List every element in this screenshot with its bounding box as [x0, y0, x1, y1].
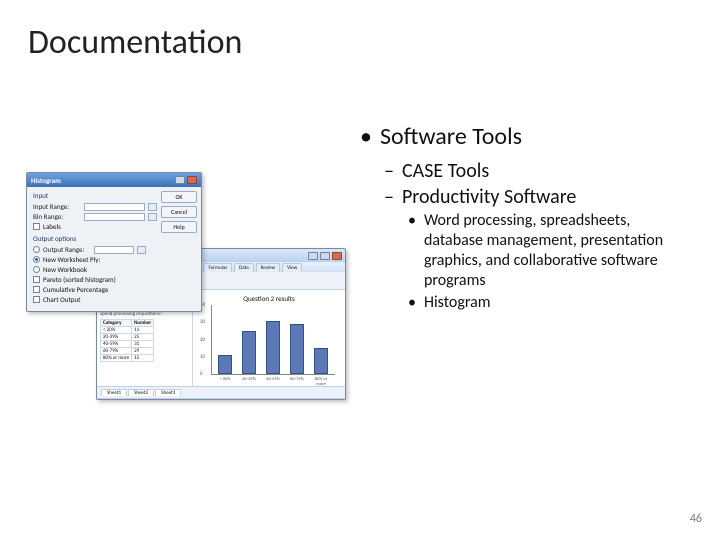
labels-label: Labels [43, 222, 61, 231]
bar [242, 331, 256, 374]
bar [290, 324, 304, 374]
dash-icon [384, 185, 394, 209]
help-button[interactable]: Help [161, 221, 197, 233]
slide-title: Documentation [28, 22, 242, 63]
table-row: 20-39%25 [101, 334, 154, 341]
x-label: 40-59% [263, 377, 283, 382]
screenshot-composite: Histogram Input Input Range: Bin Range: … [26, 172, 346, 382]
cumpct-checkbox[interactable] [33, 286, 40, 293]
close-icon[interactable] [187, 176, 197, 184]
tab-data[interactable]: Data [234, 263, 253, 272]
embedded-chart[interactable]: Question 2 results 40 30 20 10 0 < 20% 2 [193, 290, 345, 386]
table-row: < 20%11 [101, 327, 154, 334]
status-bar: Ready [97, 398, 345, 400]
chartout-checkbox[interactable] [33, 296, 40, 303]
tab-view[interactable]: View [282, 263, 302, 272]
chart-plot-area: 40 30 20 10 0 < 20% 20-39% 40-59% 60-79 [211, 305, 335, 375]
bin-range-label: Bin Range: [33, 212, 81, 221]
chart-title: Question 2 results [199, 294, 339, 303]
sheet-tab[interactable]: Sheet3 [155, 389, 181, 396]
input-range-label: Input Range: [33, 202, 81, 211]
help-icon[interactable] [175, 176, 185, 184]
tab-review[interactable]: Review [256, 263, 281, 272]
sheet-tabs: Sheet1 Sheet2 Sheet3 [97, 386, 345, 398]
data-table: CategoryNumber < 20%11 20-39%25 40-59%31… [100, 319, 154, 362]
cancel-button[interactable]: Cancel [161, 206, 197, 218]
dialog-body: Input Input Range: Bin Range: Labels Out… [27, 187, 201, 311]
cumpct-label: Cumulative Percentage [43, 285, 108, 294]
th-number: Number [132, 320, 154, 327]
slide: Documentation Software Tools CASE Tools … [0, 0, 720, 540]
range-picker-icon[interactable] [148, 213, 157, 221]
tab-formulas[interactable]: Formulas [203, 263, 232, 272]
x-label: < 20% [215, 377, 235, 382]
new-ws-radio[interactable] [33, 256, 40, 263]
group-input-label: Input [33, 191, 157, 200]
bullet-dot-icon [408, 211, 416, 291]
output-range-label: Output Range: [43, 245, 91, 254]
content-bullets: Software Tools CASE Tools Productivity S… [360, 122, 690, 315]
input-range-field[interactable] [84, 203, 145, 211]
ok-button[interactable]: OK [161, 191, 197, 203]
sheet-tab[interactable]: Sheet2 [128, 389, 154, 396]
output-range-radio[interactable] [33, 246, 40, 253]
output-range-field[interactable] [94, 246, 134, 254]
bullet-dot-icon [360, 122, 372, 151]
new-wb-label: New Workbook [43, 265, 87, 274]
new-ws-label: New Worksheet Ply: [43, 255, 100, 264]
y-tick: 0 [200, 371, 203, 377]
table-row: 60-79%29 [101, 348, 154, 355]
bullet-l2-productivity: Productivity Software [384, 185, 690, 209]
bullet-l3-word: Word processing, spreadsheets, database … [408, 211, 690, 291]
chartout-label: Chart Output [43, 295, 81, 304]
bullet-l1: Software Tools [360, 122, 690, 151]
x-label: 20-39% [239, 377, 259, 382]
dash-icon [384, 159, 394, 183]
bar [266, 321, 280, 374]
range-picker-icon[interactable] [137, 246, 146, 254]
sheet-tab[interactable]: Sheet1 [101, 389, 127, 396]
th-category: Category [101, 320, 132, 327]
page-number: 46 [690, 512, 702, 526]
bullet-l2a-text: CASE Tools [402, 159, 489, 183]
table-row: 40-59%31 [101, 341, 154, 348]
maximize-icon[interactable] [320, 252, 330, 260]
x-label: 60-79% [287, 377, 307, 382]
labels-checkbox[interactable] [33, 223, 40, 230]
bullet-l3a-text: Word processing, spreadsheets, database … [424, 211, 690, 291]
bar [218, 355, 232, 374]
range-picker-icon[interactable] [148, 203, 157, 211]
bullet-l3b-text: Histogram [424, 293, 491, 313]
bar [314, 348, 328, 374]
y-tick: 20 [200, 337, 205, 343]
pareto-checkbox[interactable] [33, 276, 40, 283]
minimize-icon[interactable] [308, 252, 318, 260]
group-output-label: Output options [33, 234, 157, 243]
bin-range-field[interactable] [84, 213, 145, 221]
pareto-label: Pareto (sorted histogram) [43, 275, 116, 284]
y-tick: 10 [200, 354, 205, 360]
y-tick: 30 [200, 319, 205, 325]
bullet-dot-icon [408, 293, 416, 313]
dialog-title-text: Histogram [31, 176, 61, 185]
histogram-dialog: Histogram Input Input Range: Bin Range: … [26, 172, 202, 312]
dialog-titlebar: Histogram [27, 173, 201, 187]
table-row: 80% or more15 [101, 355, 154, 362]
close-icon[interactable] [332, 252, 342, 260]
bullet-l2-case: CASE Tools [384, 159, 690, 183]
bullet-l2b-text: Productivity Software [402, 185, 576, 209]
x-label: 80% or more [311, 377, 331, 387]
new-wb-radio[interactable] [33, 266, 40, 273]
bullet-l3-hist: Histogram [408, 293, 690, 313]
bullet-l1-text: Software Tools [380, 122, 522, 151]
